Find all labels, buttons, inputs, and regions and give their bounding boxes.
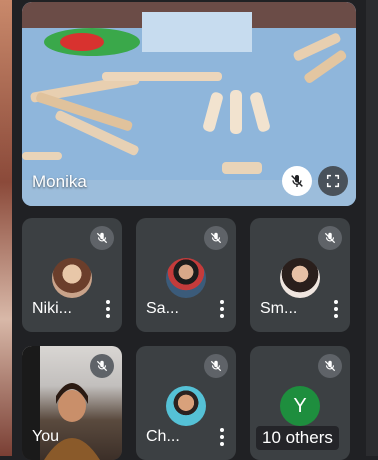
more-options-button[interactable]: [106, 300, 110, 318]
mic-off-icon: [96, 360, 108, 372]
self-video-tile[interactable]: You: [22, 346, 122, 460]
fullscreen-button[interactable]: [318, 166, 348, 196]
avatar: [166, 258, 206, 298]
mic-off-icon: [210, 360, 222, 372]
participant-tile[interactable]: Sa...: [136, 218, 236, 332]
mic-off-icon: [324, 232, 336, 244]
right-edge-strip: [366, 0, 378, 456]
avatar: [52, 258, 92, 298]
mic-off-badge: [204, 354, 228, 378]
more-options-button[interactable]: [220, 428, 224, 446]
mic-off-icon: [291, 175, 303, 187]
others-tile[interactable]: Y 10 others: [250, 346, 350, 460]
participant-name: You: [32, 428, 59, 445]
avatar: [280, 258, 320, 298]
mic-off-badge: [90, 226, 114, 250]
participant-name: Niki...: [32, 300, 72, 317]
avatar: [166, 386, 206, 426]
more-options-button[interactable]: [334, 300, 338, 318]
fullscreen-icon: [326, 174, 340, 188]
mic-off-icon: [210, 232, 222, 244]
mic-off-badge: [318, 226, 342, 250]
more-options-button[interactable]: [220, 300, 224, 318]
participant-tile[interactable]: Niki...: [22, 218, 122, 332]
participant-name: Ch...: [146, 428, 180, 445]
participant-name: Sa...: [146, 300, 179, 317]
left-edge-strip: [0, 0, 12, 456]
mic-off-badge: [204, 226, 228, 250]
stage-participant-name: Monika: [32, 172, 87, 191]
participant-tile[interactable]: Ch...: [136, 346, 236, 460]
letter-avatar: Y: [280, 386, 320, 426]
others-count-label: 10 others: [256, 426, 339, 450]
mic-off-badge: [90, 354, 114, 378]
stage-mic-off-button[interactable]: [282, 166, 312, 196]
mic-off-badge: [318, 354, 342, 378]
participant-tile[interactable]: Sm...: [250, 218, 350, 332]
participant-name: Sm...: [260, 300, 298, 317]
mic-off-icon: [324, 360, 336, 372]
main-stage-video[interactable]: Monika: [22, 2, 356, 206]
mic-off-icon: [96, 232, 108, 244]
